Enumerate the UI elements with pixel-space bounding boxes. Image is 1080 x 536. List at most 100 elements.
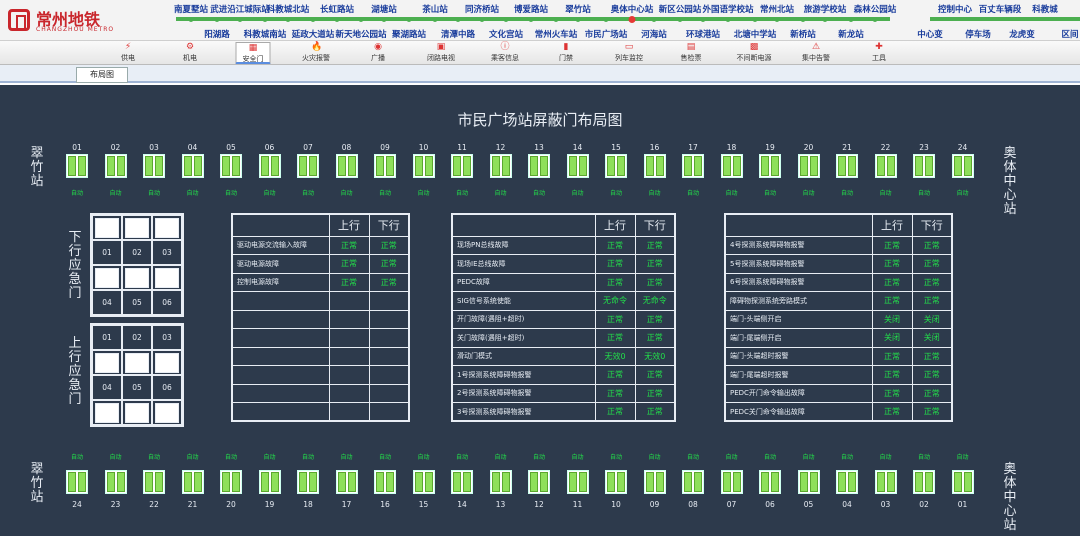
toolbar-item-2[interactable]: ⚙ 机电 <box>183 42 197 64</box>
platform-door[interactable] <box>836 154 858 178</box>
platform-door[interactable] <box>489 470 512 494</box>
platform-door[interactable] <box>720 470 743 494</box>
platform-door[interactable] <box>913 154 935 178</box>
platform-door[interactable] <box>605 470 627 494</box>
platform-door[interactable] <box>528 154 550 178</box>
platform-door[interactable] <box>335 470 358 494</box>
station-top-13[interactable]: 常州北站 <box>760 3 794 15</box>
station-bottom-12[interactable]: 北塘中学站 <box>734 28 777 40</box>
platform-door[interactable] <box>874 154 897 178</box>
station-bottom-10[interactable]: 河海站 <box>641 28 667 40</box>
platform-door[interactable] <box>104 154 127 178</box>
platform-door[interactable] <box>951 470 974 494</box>
platform-door[interactable] <box>104 470 127 494</box>
platform-door[interactable] <box>566 470 589 494</box>
emergency-door[interactable] <box>95 267 119 288</box>
station-top-4[interactable]: 长虹路站 <box>320 3 354 15</box>
platform-door[interactable] <box>643 470 666 494</box>
site-bottom-3[interactable]: 龙虎变 <box>1009 28 1035 40</box>
platform-door[interactable] <box>874 470 897 494</box>
station-top-6[interactable]: 茶山站 <box>422 3 448 15</box>
station-bottom-9[interactable]: 市民广场站 <box>585 28 628 40</box>
toolbar-item-8[interactable]: ▮ 门禁 <box>559 42 573 64</box>
platform-door[interactable] <box>374 470 396 494</box>
platform-door[interactable] <box>605 154 627 178</box>
station-top-10[interactable]: 奥体中心站 <box>611 3 654 15</box>
platform-door[interactable] <box>66 470 88 494</box>
station-bottom-2[interactable]: 科教城南站 <box>244 28 287 40</box>
station-bottom-8[interactable]: 常州火车站 <box>535 28 578 40</box>
platform-door[interactable] <box>528 470 550 494</box>
platform-door[interactable] <box>682 470 704 494</box>
platform-door[interactable] <box>951 154 974 178</box>
site-bottom-4[interactable]: 区间 <box>1061 28 1078 40</box>
toolbar-item-10[interactable]: ▤ 售检票 <box>681 42 702 64</box>
platform-door[interactable] <box>143 154 165 178</box>
platform-door[interactable] <box>297 154 319 178</box>
toolbar-item-13[interactable]: ✚ 工具 <box>872 42 886 64</box>
platform-door[interactable] <box>451 154 473 178</box>
emergency-door[interactable] <box>125 402 149 423</box>
emergency-door[interactable] <box>95 217 119 238</box>
site-bottom-2[interactable]: 停车场 <box>965 28 991 40</box>
emergency-door[interactable] <box>155 267 179 288</box>
station-top-5[interactable]: 湖塘站 <box>371 3 397 15</box>
platform-door[interactable] <box>220 154 242 178</box>
platform-door[interactable] <box>412 154 435 178</box>
platform-door[interactable] <box>759 154 781 178</box>
station-top-2[interactable]: 武进沿江城际站 <box>210 3 270 15</box>
platform-door[interactable] <box>181 470 204 494</box>
station-top-14[interactable]: 旅游学校站 <box>804 3 847 15</box>
platform-door[interactable] <box>566 154 589 178</box>
platform-door[interactable] <box>412 470 435 494</box>
station-bottom-4[interactable]: 新天地公园站 <box>335 28 386 40</box>
platform-door[interactable] <box>181 154 204 178</box>
site-bottom-1[interactable]: 中心变 <box>917 28 943 40</box>
station-top-12[interactable]: 外国语学校站 <box>702 3 753 15</box>
station-top-9[interactable]: 翠竹站 <box>565 3 591 15</box>
platform-door[interactable] <box>797 154 820 178</box>
site-top-1[interactable]: 控制中心 <box>938 3 972 15</box>
emergency-door[interactable] <box>95 402 119 423</box>
toolbar-item-12[interactable]: ⚠ 集中告警 <box>802 42 830 64</box>
toolbar-item-4[interactable]: 🔥 火灾报警 <box>302 42 330 64</box>
station-top-8[interactable]: 博爱路站 <box>514 3 548 15</box>
station-bottom-1[interactable]: 阳湖路 <box>204 28 230 40</box>
platform-door[interactable] <box>489 154 512 178</box>
site-top-3[interactable]: 科教城 <box>1032 3 1058 15</box>
platform-door[interactable] <box>682 154 704 178</box>
platform-door[interactable] <box>258 154 281 178</box>
station-bottom-5[interactable]: 聚湖路站 <box>392 28 426 40</box>
station-bottom-6[interactable]: 清潭中路 <box>441 28 475 40</box>
platform-door[interactable] <box>335 154 358 178</box>
platform-door[interactable] <box>797 470 820 494</box>
station-top-3[interactable]: 科教城北站 <box>267 3 310 15</box>
platform-door[interactable] <box>258 470 281 494</box>
platform-door[interactable] <box>720 154 743 178</box>
toolbar-item-6[interactable]: ▣ 闭路电视 <box>427 42 455 64</box>
toolbar-item-7[interactable]: ⓘ 乘客信息 <box>491 42 519 64</box>
emergency-door[interactable] <box>155 402 179 423</box>
platform-door[interactable] <box>836 470 858 494</box>
platform-door[interactable] <box>66 154 88 178</box>
platform-door[interactable] <box>143 470 165 494</box>
station-bottom-13[interactable]: 新桥站 <box>790 28 816 40</box>
emergency-door[interactable] <box>125 267 149 288</box>
toolbar-item-11[interactable]: ▩ 不间断电源 <box>737 42 772 64</box>
emergency-door[interactable] <box>125 217 149 238</box>
toolbar-item-5[interactable]: ◉ 广播 <box>371 42 385 64</box>
platform-door[interactable] <box>297 470 319 494</box>
station-bottom-11[interactable]: 环球港站 <box>686 28 720 40</box>
platform-door[interactable] <box>220 470 242 494</box>
station-top-11[interactable]: 新区公园站 <box>659 3 702 15</box>
station-bottom-7[interactable]: 文化宫站 <box>489 28 523 40</box>
platform-door[interactable] <box>451 470 473 494</box>
station-bottom-3[interactable]: 延政大道站 <box>292 28 335 40</box>
emergency-door[interactable] <box>95 352 119 373</box>
platform-door[interactable] <box>759 470 781 494</box>
toolbar-item-3[interactable]: ▦ 安全门 <box>235 42 271 64</box>
station-bottom-14[interactable]: 新龙站 <box>838 28 864 40</box>
toolbar-item-9[interactable]: ▭ 列车监控 <box>615 42 643 64</box>
emergency-door[interactable] <box>155 352 179 373</box>
platform-door[interactable] <box>913 470 935 494</box>
